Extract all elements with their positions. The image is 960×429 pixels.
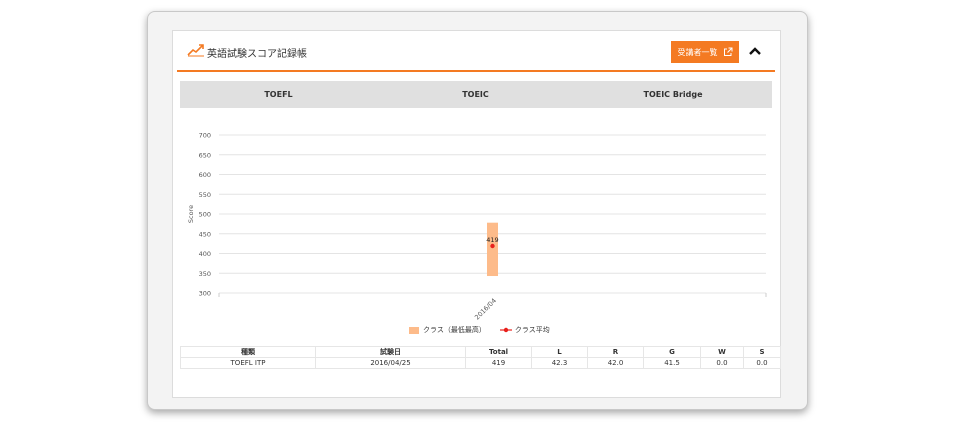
score-table: 種類 試験日 Total L R G W S TOEFL ITP 2016/04…: [180, 346, 781, 369]
exam-tabs: TOEFL TOEIC TOEIC Bridge: [180, 81, 772, 108]
column-header: W: [700, 346, 744, 358]
table-cell: 0.0: [700, 357, 744, 369]
table-cell: 42.0: [587, 357, 644, 369]
y-tick-label: 500: [199, 211, 211, 219]
column-header: Total: [465, 346, 532, 358]
column-header: S: [743, 346, 781, 358]
line-chart-icon: [187, 44, 204, 57]
legend-average-label[interactable]: クラス平均: [515, 325, 550, 335]
table-cell: 2016/04/25: [315, 357, 466, 369]
y-tick-label: 450: [199, 230, 211, 238]
chart-legend: クラス（最低最高） クラス平均: [409, 324, 550, 336]
score-panel: 英語試験スコア記録帳 受講者一覧 TOEFL TOEIC TOEIC Bridg…: [172, 30, 781, 398]
y-tick-label: 350: [199, 270, 211, 278]
table-cell: 41.5: [643, 357, 701, 369]
table-header-row: 種類 試験日 Total L R G W S: [180, 346, 781, 358]
table-row: TOEFL ITP 2016/04/25 419 42.3 42.0 41.5 …: [180, 357, 781, 369]
average-point: [490, 243, 495, 249]
tab-label: TOEIC: [462, 90, 489, 99]
legend-range-swatch: [409, 326, 419, 334]
legend-range-label[interactable]: クラス（最低最高）: [423, 325, 486, 335]
column-header: 試験日: [315, 346, 466, 358]
table-cell: 42.3: [531, 357, 588, 369]
y-tick-label: 650: [199, 151, 211, 159]
participant-list-label: 受講者一覧: [677, 47, 718, 57]
external-link-icon: [723, 47, 732, 56]
column-header: L: [531, 346, 588, 358]
panel-header: 英語試験スコア記録帳 受講者一覧: [177, 31, 775, 72]
y-axis-label: Score: [187, 205, 195, 223]
score-chart: 700 650 600 550 500 450 400 350 300 Score 419 2016/…: [187, 132, 767, 322]
y-tick-label: 550: [199, 191, 211, 199]
table-cell: TOEFL ITP: [180, 357, 316, 369]
table-cell: 419: [465, 357, 532, 369]
column-header: G: [643, 346, 701, 358]
data-label: 419: [486, 236, 498, 244]
range-bar: [487, 222, 498, 277]
window-frame: 英語試験スコア記録帳 受講者一覧 TOEFL TOEIC TOEIC Bridg…: [147, 11, 808, 410]
y-tick-label: 400: [199, 250, 211, 258]
legend-average-swatch: [499, 327, 512, 333]
tab-toeic[interactable]: TOEIC: [377, 81, 574, 108]
column-header: R: [587, 346, 644, 358]
tab-toefl[interactable]: TOEFL: [180, 81, 377, 108]
column-header: 種類: [180, 346, 316, 358]
table-cell: 0.0: [743, 357, 781, 369]
chevron-up-icon[interactable]: [748, 45, 762, 57]
tab-toeic-bridge[interactable]: TOEIC Bridge: [574, 81, 772, 108]
y-tick-label: 700: [199, 132, 211, 140]
page-title: 英語試験スコア記録帳: [207, 49, 307, 60]
y-tick-label: 300: [199, 290, 211, 298]
participant-list-button[interactable]: 受講者一覧: [671, 41, 739, 63]
x-tick-label: 2016/04: [473, 297, 498, 322]
tab-label: TOEIC Bridge: [643, 90, 703, 99]
tab-label: TOEFL: [264, 90, 293, 99]
y-tick-label: 600: [199, 171, 211, 179]
